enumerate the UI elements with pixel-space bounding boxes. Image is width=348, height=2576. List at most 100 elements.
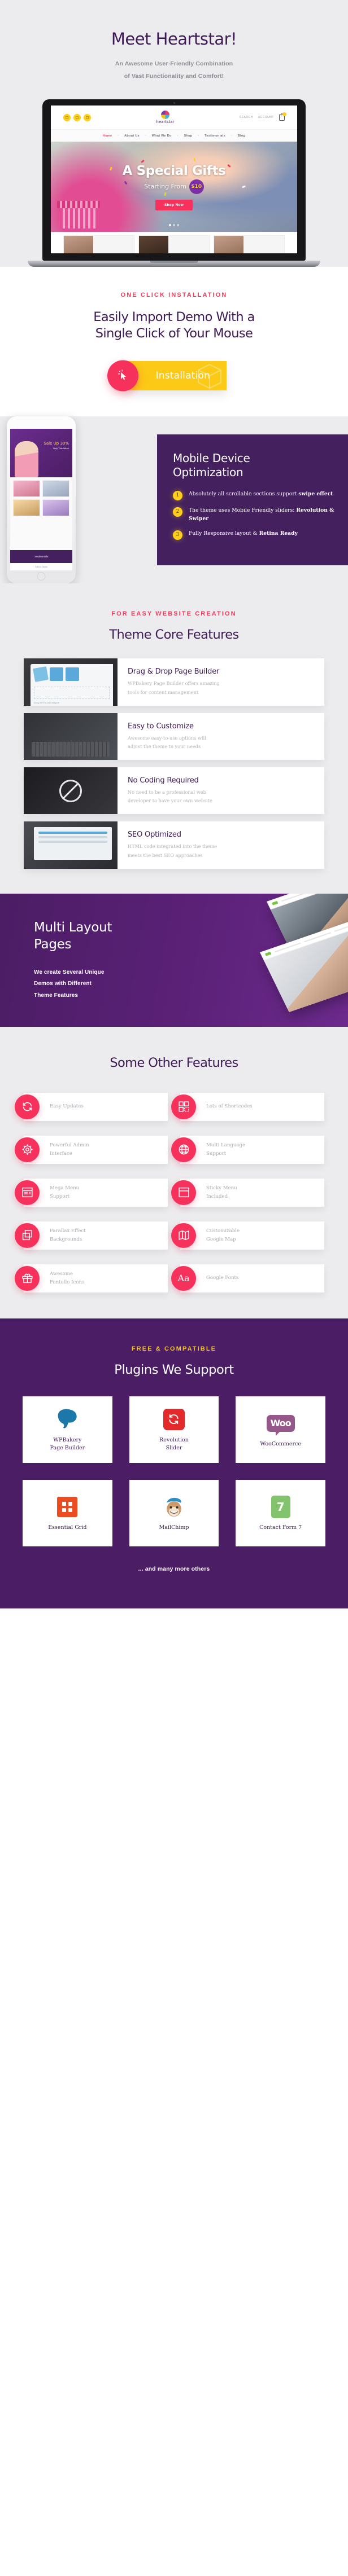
list-item[interactable]: MailChimp bbox=[129, 1479, 219, 1546]
plugin-name-line-2: Slider bbox=[166, 1444, 182, 1451]
slider-title: A Special Gifts bbox=[122, 163, 226, 178]
multi-layout-pages-section: Multi Layout Pages We create Several Uni… bbox=[0, 893, 348, 1027]
list-item bbox=[13, 480, 40, 497]
shop-now-button[interactable]: Shop Now bbox=[155, 199, 193, 210]
instagram-icon[interactable] bbox=[84, 113, 91, 121]
wpbakery-logo-icon bbox=[55, 1407, 80, 1432]
demo-site-nav[interactable]: Home • About Us • What We Do • Shop • Testim… bbox=[51, 129, 297, 142]
feature-label-line-1: Awesome bbox=[50, 1271, 73, 1277]
list-item-bold: swipe effect bbox=[298, 490, 333, 497]
list-item: Sticky Menu Included bbox=[171, 1178, 324, 1207]
heartstar-mark-icon bbox=[160, 111, 169, 120]
demo-site-logo[interactable]: heartstar bbox=[156, 111, 175, 124]
list-item: 3 Fully Responsive layout & Retina Ready bbox=[173, 530, 336, 540]
one-click-installation-section: ONE CLICK INSTALLATION Easily Import Dem… bbox=[0, 267, 348, 416]
demo-site-account-area[interactable]: SEARCH ACCOUNT bbox=[240, 112, 286, 121]
list-item: 2 The theme uses Mobile Friendly sliders… bbox=[173, 507, 336, 524]
list-item: Customizable Google Map bbox=[171, 1221, 324, 1250]
feature-label-line-1: Parallax Effect bbox=[50, 1228, 86, 1234]
list-item: No Coding Required No need to be a profe… bbox=[24, 767, 324, 815]
list-item: Aa Google Fonts bbox=[171, 1264, 324, 1293]
core-title: Theme Core Features bbox=[109, 627, 239, 642]
mobile-feature-list: 1 Absolutely all scrollable sections sup… bbox=[173, 490, 336, 540]
laptop-lid: heartstar SEARCH ACCOUNT Home • About Us •… bbox=[42, 99, 306, 261]
twitter-icon[interactable] bbox=[73, 113, 81, 121]
core-feature-list: Drag here to add widgets Drag & Drop Pag… bbox=[0, 658, 348, 869]
list-item: 1 Absolutely all scrollable sections sup… bbox=[173, 490, 336, 500]
feature-label-line-1: Google Fonts bbox=[206, 1275, 239, 1281]
list-item[interactable]: 7 Contact Form 7 bbox=[236, 1479, 325, 1546]
feature-label-line-2: Included bbox=[206, 1193, 228, 1199]
feature-desc-line-2: developer to have your own website bbox=[128, 798, 212, 804]
feature-label-line-2: Interface bbox=[50, 1150, 72, 1157]
nav-item-home[interactable]: Home bbox=[103, 134, 112, 138]
account-label[interactable]: ACCOUNT bbox=[258, 116, 274, 119]
product-card bbox=[138, 235, 210, 254]
list-item-number: 3 bbox=[173, 530, 182, 540]
phone-hero: Sale Up 30% Only This Week bbox=[10, 428, 72, 477]
feature-image-no-coding bbox=[24, 767, 118, 815]
slider-dot-3[interactable] bbox=[177, 224, 179, 227]
essential-grid-logo-icon bbox=[57, 1494, 78, 1519]
demo-site-products bbox=[51, 232, 297, 254]
nav-item-about-us[interactable]: About Us bbox=[124, 134, 140, 138]
list-item[interactable]: WPBakery Page Builder bbox=[23, 1396, 112, 1463]
slider-price-badge: $10 bbox=[189, 179, 204, 194]
other-features-section: Some Other Features Easy Updates Lots of… bbox=[0, 1026, 348, 1318]
list-item bbox=[13, 499, 40, 516]
demo-site-topbar: heartstar SEARCH ACCOUNT bbox=[51, 105, 297, 130]
oneclick-eyebrow: ONE CLICK INSTALLATION bbox=[120, 292, 228, 299]
feature-image-drag-drop: Drag here to add widgets bbox=[24, 658, 118, 706]
mobile-optimization-title: Mobile Device Optimization bbox=[173, 451, 336, 480]
feature-desc-line-1: HTML code integrated into the theme bbox=[128, 843, 218, 850]
nav-item-what-we-do[interactable]: What We Do bbox=[152, 134, 172, 138]
feature-label-line-1: Mega Menu bbox=[50, 1185, 80, 1191]
feature-label-line-2: Backgrounds bbox=[50, 1236, 82, 1242]
feature-label-line-1: Lots of Shortcodes bbox=[206, 1104, 253, 1110]
plugins-title: Plugins We Support bbox=[114, 1362, 234, 1377]
plugins-grid: WPBakery Page Builder Revolution Slider bbox=[0, 1396, 348, 1546]
grid-blocks-icon bbox=[171, 1094, 196, 1119]
slider-dot-1[interactable] bbox=[169, 224, 171, 227]
laptop-mockup: heartstar SEARCH ACCOUNT Home • About Us •… bbox=[0, 99, 348, 267]
mobile-optimization-section: Mobile Device Optimization 1 Absolutely … bbox=[0, 416, 348, 583]
nav-item-blog[interactable]: Blog bbox=[238, 134, 245, 138]
nav-item-testimonials[interactable]: Testimonials bbox=[205, 134, 225, 138]
list-item: Awesome Fontello Icons bbox=[15, 1264, 168, 1293]
layers-icon bbox=[15, 1223, 40, 1248]
slider-dots[interactable] bbox=[169, 224, 179, 227]
oneclick-title: Easily Import Demo With a Single Click o… bbox=[0, 309, 348, 342]
installation-button[interactable]: Installation bbox=[107, 360, 227, 392]
demo-site-slider: A Special Gifts Starting From $10 Shop N… bbox=[51, 142, 297, 232]
list-item[interactable]: Revolution Slider bbox=[129, 1396, 219, 1463]
no-entry-icon bbox=[59, 779, 82, 802]
feature-label-line-1: Customizable bbox=[206, 1228, 240, 1234]
globe-icon bbox=[171, 1137, 196, 1162]
list-item: Mega Menu Support bbox=[15, 1178, 168, 1207]
multi-desc-line-2: Demos with Different bbox=[34, 981, 92, 987]
list-item-bold: Retina Ready bbox=[259, 530, 298, 537]
list-item[interactable]: Essential Grid bbox=[23, 1479, 112, 1546]
feature-label-line-1: Multi Language bbox=[206, 1142, 246, 1148]
feature-image-seo bbox=[24, 821, 118, 869]
font-aa-icon: Aa bbox=[171, 1265, 196, 1291]
list-item[interactable]: Woo WooCommerce bbox=[236, 1396, 325, 1463]
mega-menu-icon bbox=[15, 1180, 40, 1205]
social-icons[interactable] bbox=[63, 113, 91, 121]
cart-icon[interactable] bbox=[279, 112, 286, 121]
mobile-optimization-panel: Mobile Device Optimization 1 Absolutely … bbox=[157, 434, 348, 565]
plugin-name-line-1: MailChimp bbox=[159, 1524, 189, 1531]
mailchimp-logo-icon bbox=[163, 1494, 185, 1519]
multi-title-line-2: Pages bbox=[34, 937, 72, 952]
facebook-icon[interactable] bbox=[63, 113, 71, 121]
mobile-title-line-1: Mobile Device bbox=[173, 451, 250, 465]
nav-item-shop[interactable]: Shop bbox=[184, 134, 192, 138]
plugins-eyebrow: FREE & COMPATIBLE bbox=[131, 1345, 217, 1352]
multi-desc-line-3: Theme Features bbox=[34, 992, 79, 999]
list-item: Powerful Admin Interface bbox=[15, 1135, 168, 1164]
laptop-screen: heartstar SEARCH ACCOUNT Home • About Us •… bbox=[51, 105, 297, 254]
feature-image-easy-customize bbox=[24, 713, 118, 761]
slider-dot-2[interactable] bbox=[173, 224, 175, 227]
search-label[interactable]: SEARCH bbox=[240, 116, 253, 119]
feature-label-line-1: Sticky Menu bbox=[206, 1185, 237, 1191]
